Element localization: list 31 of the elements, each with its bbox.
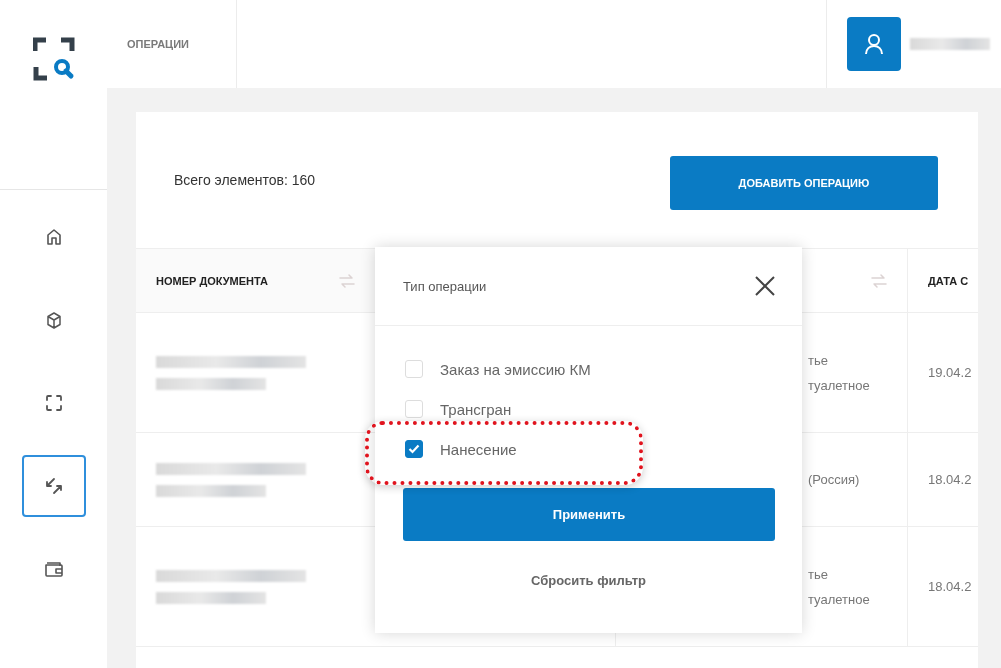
checkbox-label: Трансгран [440,400,512,418]
add-operation-button[interactable]: ДОБАВИТЬ ОПЕРАЦИЮ [670,156,938,210]
table-cell-text: туалетное [808,377,871,393]
section-title: ОПЕРАЦИИ [127,38,189,50]
close-icon [754,275,776,297]
arrows-icon [43,477,64,495]
table-cell-text: тье [808,352,829,368]
close-button[interactable] [754,275,776,297]
column-header[interactable]: ДАТА С [928,274,969,287]
total-count: Всего элементов: 160 [174,172,316,188]
avatar[interactable] [847,17,901,71]
frame-icon [44,394,63,412]
home-icon [45,228,62,246]
table-cell-text: 18.04.2 [928,579,973,594]
user-icon [864,33,884,55]
checkbox-label: Нанесение [440,440,517,458]
checkbox-label: Заказ на эмиссию КМ [440,360,591,378]
reset-filter-link[interactable]: Сбросить фильтр [531,573,646,588]
cube-icon [45,311,62,329]
apply-button[interactable]: Применить [403,488,775,541]
table-cell-text: 18.04.2 [928,472,973,487]
sidebar-item[interactable] [21,455,86,517]
column-header[interactable]: НОМЕР ДОКУМЕНТА [156,274,269,287]
table-cell-text: туалетное [808,591,871,607]
table-cell-text: тье [808,566,829,582]
popup-title: Тип операции [403,278,487,294]
checkbox[interactable] [405,440,423,458]
table-cell-text: (Россия) [808,472,861,487]
wallet-icon [43,560,64,578]
table-cell-text: 19.04.2 [928,365,973,380]
logo-icon [32,37,75,81]
